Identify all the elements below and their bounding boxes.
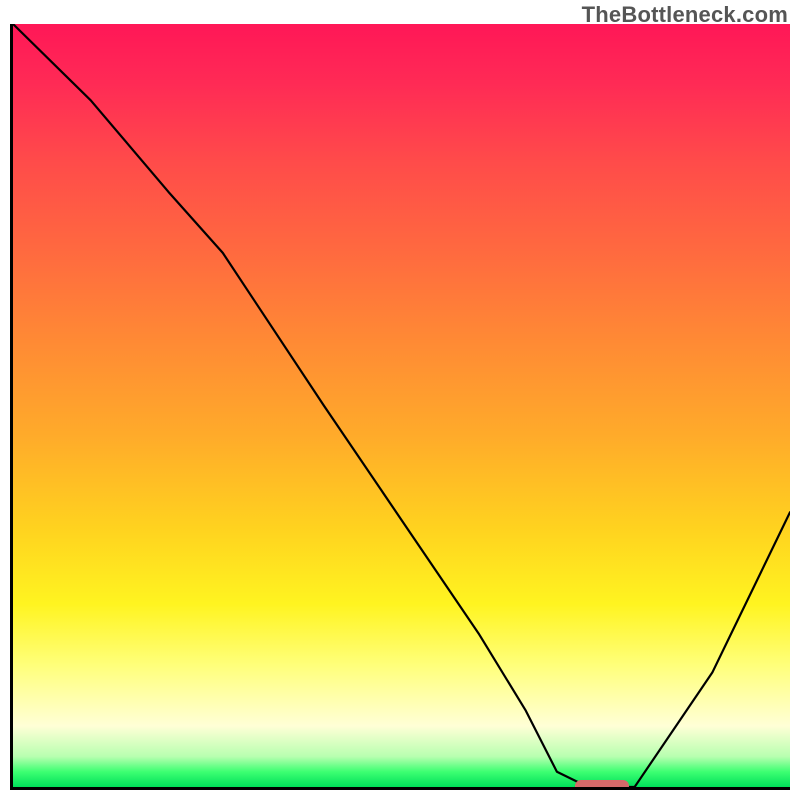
curve-path xyxy=(13,24,790,787)
plot-area xyxy=(10,24,790,790)
chart-container: TheBottleneck.com xyxy=(0,0,800,800)
optimal-marker xyxy=(575,780,630,790)
bottleneck-curve xyxy=(13,24,790,787)
